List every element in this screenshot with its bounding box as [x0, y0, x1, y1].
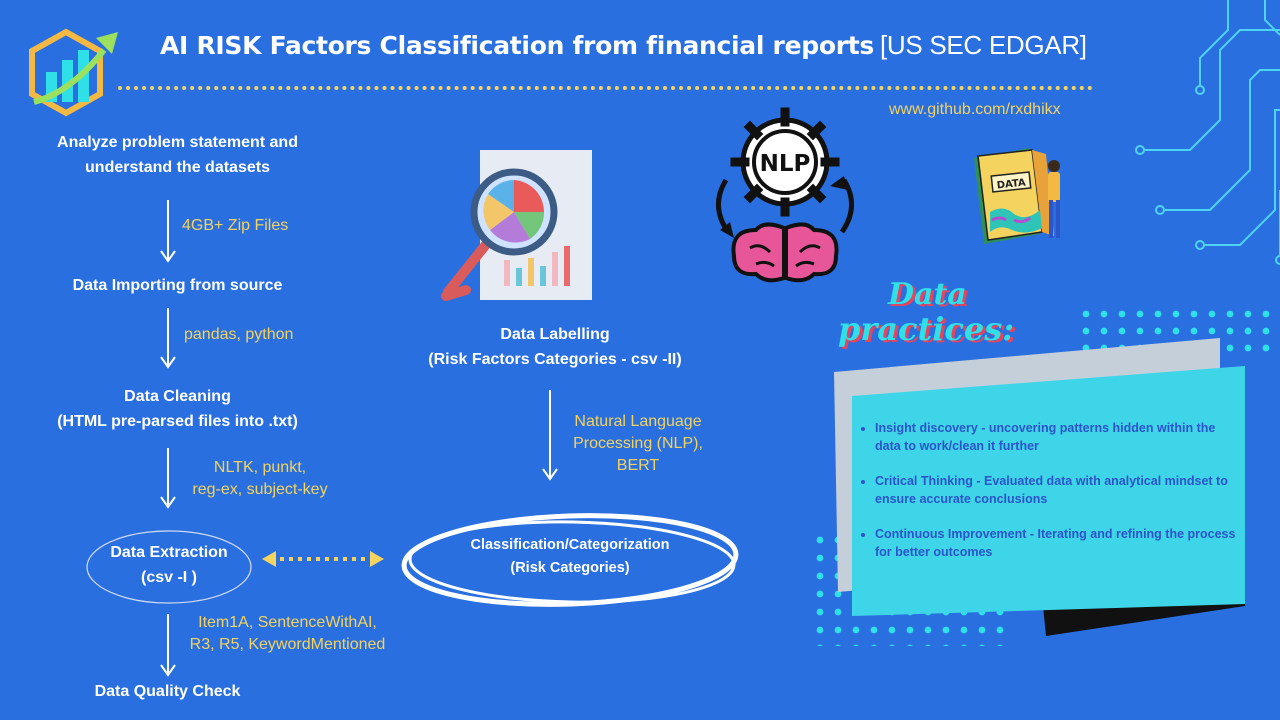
arrow-down-icon	[160, 308, 176, 369]
note-nlp-bert: Natural Language Processing (NLP), BERT	[573, 413, 703, 474]
growth-chart-logo-icon	[29, 28, 118, 117]
note-pandas-python: pandas, python	[184, 326, 294, 343]
step-data-importing: Data Importing from source	[72, 277, 283, 294]
practice-item: Continuous Improvement - Iterating and r…	[875, 526, 1239, 561]
page-subtitle: [US SEC EDGAR]	[879, 30, 1087, 60]
arrow-down-icon	[160, 614, 176, 677]
arrow-down-icon	[542, 390, 558, 481]
data-book-icon: DATA	[974, 148, 1060, 244]
step-data-cleaning: Data Cleaning (HTML pre-parsed files int…	[57, 388, 298, 430]
page-title: AI RISK Factors Classification from fina…	[160, 30, 1087, 60]
arrow-down-icon	[160, 448, 176, 509]
github-link[interactable]: www.github.com/rxdhikx	[889, 101, 1061, 119]
step-classification: Classification/Categorization (Risk Cate…	[470, 537, 670, 576]
practices-title-line1: Data	[888, 277, 967, 312]
circuit-decoration	[1135, 0, 1280, 265]
step-data-extraction: Data Extraction (csv -I )	[110, 544, 228, 586]
practice-item: Insight discovery - uncovering patterns …	[875, 420, 1239, 455]
nlp-badge-label: NLP	[760, 151, 811, 177]
bidirectional-dotted-arrow-icon	[262, 551, 384, 567]
arrow-down-icon	[160, 200, 176, 263]
infographic-canvas: AI RISK Factors Classification from fina…	[0, 0, 1280, 720]
note-nltk: NLTK, punkt, reg-ex, subject-key	[192, 459, 328, 498]
step-data-labelling: Data Labelling (Risk Factors Categories …	[428, 326, 682, 368]
practices-card: Insight discovery - uncovering patterns …	[855, 420, 1239, 579]
note-features: Item1A, SentenceWithAI, R3, R5, KeywordM…	[189, 614, 386, 653]
practice-item: Critical Thinking - Evaluated data with …	[875, 473, 1239, 508]
note-zip-files: 4GB+ Zip Files	[182, 217, 289, 234]
analysis-report-icon	[441, 150, 592, 301]
nlp-brain-gear-icon: NLP	[716, 107, 854, 283]
step-analyze-problem: Analyze problem statement and understand…	[57, 134, 298, 176]
step-data-quality-check: Data Quality Check	[94, 683, 241, 700]
header-divider	[118, 86, 1093, 90]
